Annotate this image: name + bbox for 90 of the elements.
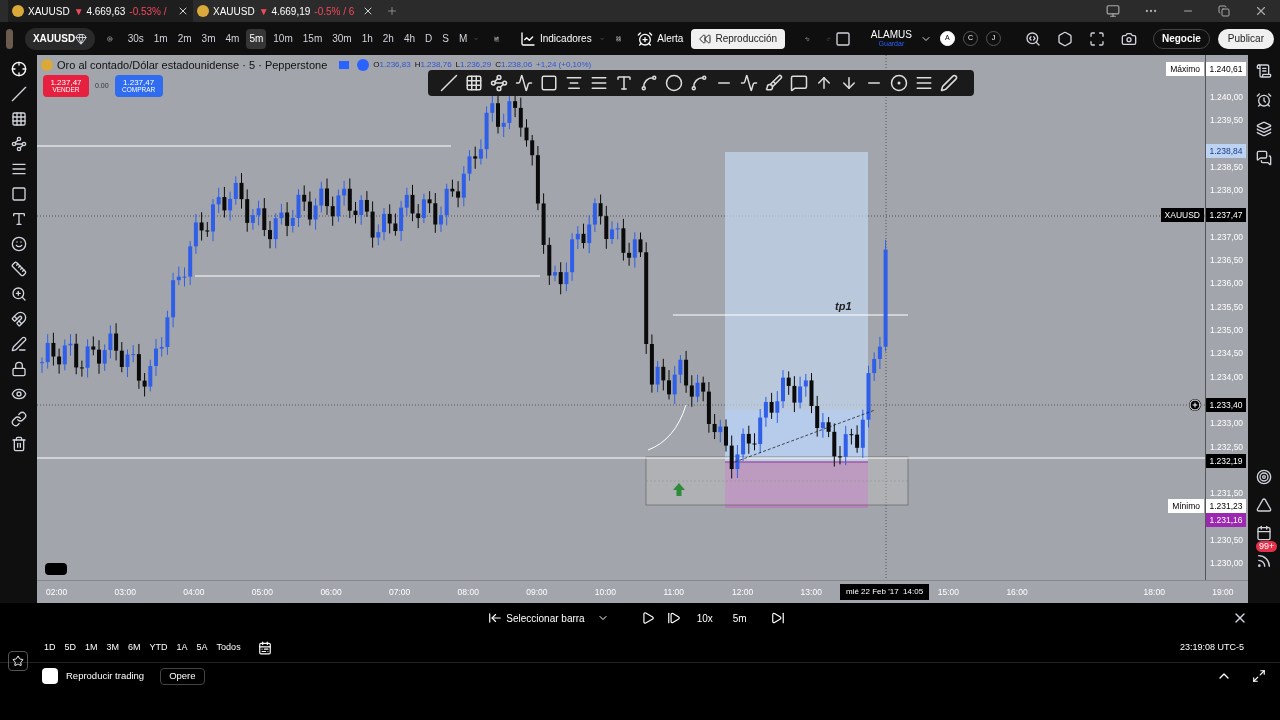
price-tick: 1.234,00 [1210,370,1244,384]
price-tick: 1.235,00 [1210,324,1244,337]
price-tick: 1.240,00 [1210,91,1244,104]
time-tick: 19:00 [1212,586,1234,599]
range-button[interactable]: 5A [196,640,208,655]
ohlc-value: H1.238,76 [414,59,452,72]
symbol-search[interactable]: XAUUSD [24,27,96,50]
time-tick: 09:00 [526,586,548,599]
interval-button[interactable]: 1h [358,28,376,49]
price-change: +1,24 (+0,10%) [536,59,592,72]
alert-button[interactable]: Alerta [633,30,688,47]
interval-button[interactable]: 15m [299,28,326,49]
price-tick: 1.230,50 [1210,533,1244,547]
time-tick: 16:00 [1006,586,1028,599]
time-tick: 04:00 [183,586,205,599]
interval-button[interactable]: 4h [400,28,419,49]
interval-button[interactable]: 1m [150,28,171,49]
interval-button[interactable]: S [439,28,452,49]
notification-badge: 99+ [1256,541,1278,552]
tab-symbol: XAUUSD [28,4,70,19]
range-button[interactable]: 3M [106,640,120,655]
chart-title: Oro al contado/Dólar estadounidense · 5 · Pepperstone [57,58,328,73]
clock: 23:19:08 UTC-5 [1179,640,1244,654]
price-tick: 1.236,50 [1210,254,1244,267]
interval-button[interactable]: 30s [124,28,147,49]
price-label: 1.233,40 [1206,397,1246,412]
time-tick: 08:00 [457,586,479,599]
interval-button[interactable]: 10m [270,28,296,49]
line-label: tp1 [835,299,852,314]
range-button[interactable]: 5D [64,640,77,655]
price-tick: 1.232,50 [1210,440,1244,454]
trade-button[interactable]: Opere [160,667,205,685]
tab-symbol: XAUUSD [213,4,255,19]
indicators-button[interactable]: Indicadores [515,30,596,47]
price-tick: 1.238,00 [1210,184,1244,197]
tab-price: ▼ 4.669,19 [258,4,311,19]
price-label: 1.232,19 [1206,453,1246,468]
ohlc-value: O1.236,83 [373,59,411,72]
replay-trading-label[interactable]: Reproducir trading [66,668,145,684]
price-label: 1.231,23 [1206,498,1246,513]
range-button[interactable]: 1M [85,640,98,655]
price-tick: 1.237,00 [1210,230,1244,244]
time-tick: 06:00 [320,586,342,599]
interval-button[interactable]: 3m [198,28,219,49]
price-tick: 1.231,50 [1210,487,1244,500]
range-button[interactable]: Todos [216,640,241,655]
price-tick: 1.233,00 [1210,417,1244,430]
tab-change: -0.5% / 6 [314,4,355,19]
time-tick: 12:00 [732,586,754,599]
tab-price: ▼ 4.669,63 [73,4,126,19]
speed-button[interactable]: 10x [692,610,717,626]
replay-button[interactable]: Reproducción [691,28,786,49]
price-label: 1.240,61 [1206,61,1246,76]
time-tick: 02:00 [46,586,68,599]
time-tick: 11:00 [663,586,685,599]
interval-button[interactable]: 5m [246,28,267,49]
time-tick: 13:00 [800,586,822,599]
ohlc-value: L1.236,29 [455,59,492,72]
price-tick: 1.230,00 [1210,557,1244,570]
crosshair-time-label: mié 22 Feb '17 14:05 [840,584,930,600]
price-tick: 1.235,50 [1210,300,1244,314]
interval-button[interactable]: 5m [728,610,751,626]
price-tick: 1.238,50 [1210,160,1244,174]
select-bar-button[interactable]: Seleccionar barra [484,610,613,626]
time-tick: 05:00 [251,586,274,599]
price-tick: 1.239,50 [1210,114,1244,128]
ohlc-value: C1.238,06 [495,59,533,72]
time-tick: 15:00 [937,586,960,599]
interval-button[interactable]: 4m [222,28,243,49]
price-label: 1.238,84 [1206,144,1246,159]
interval-button[interactable]: D [422,28,436,49]
range-button[interactable]: 1A [176,640,188,655]
range-button[interactable]: YTD [149,640,168,655]
time-tick: 10:00 [594,586,617,599]
layout-name[interactable]: ALAMUS [870,30,912,40]
price-tick: 1.236,00 [1210,277,1244,291]
price-label: 1.237,47 [1206,207,1246,222]
time-tick: 03:00 [114,586,136,599]
range-button[interactable]: 6M [128,640,141,655]
price-tick: 1.234,50 [1210,347,1244,361]
interval-button[interactable]: 2h [379,28,397,49]
range-button[interactable]: 1D [44,640,56,655]
tab-change: -0.53% / [129,4,167,19]
time-tick: 07:00 [389,586,411,599]
interval-button[interactable]: M [455,28,471,49]
publish-button[interactable]: Publicar [1217,28,1274,49]
time-tick: 18:00 [1143,586,1165,599]
interval-button[interactable]: 30m [329,28,355,49]
interval-button[interactable]: 2m [174,28,195,49]
browser-tab[interactable]: XAUUSD ▼ 4.669,63 -0.53% / [8,0,193,22]
